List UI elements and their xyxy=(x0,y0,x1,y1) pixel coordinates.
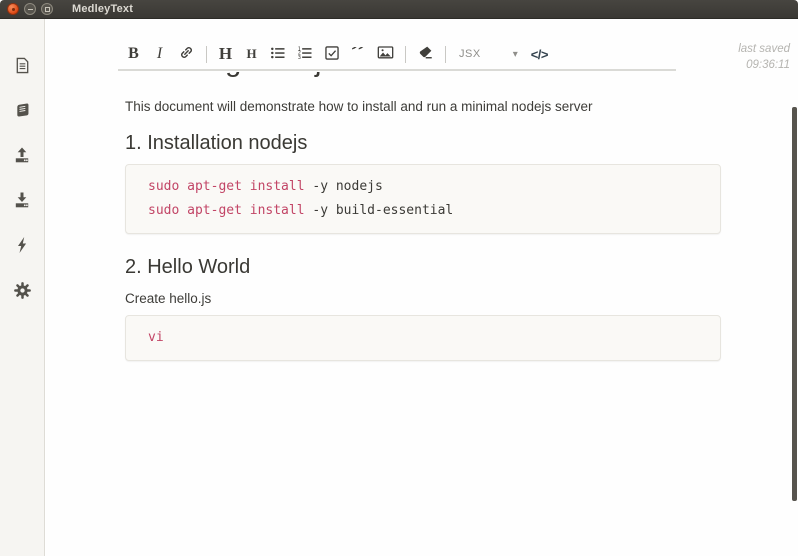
code-line: vi xyxy=(148,326,698,350)
list-ol-icon: 1 2 3 xyxy=(297,45,313,64)
ordered-list-button[interactable]: 1 2 3 xyxy=(297,44,313,64)
code-block[interactable]: vi xyxy=(125,315,721,361)
link-icon xyxy=(178,44,195,64)
minimize-icon xyxy=(27,8,33,10)
document-icon xyxy=(14,57,31,74)
heading-small-button[interactable]: H xyxy=(244,44,259,64)
image-button[interactable] xyxy=(377,44,394,64)
document-title-clipped: Installing nodejs xyxy=(125,72,721,81)
intro-paragraph: This document will demonstrate how to in… xyxy=(125,99,593,114)
close-button[interactable] xyxy=(7,3,19,15)
window-title: MedleyText xyxy=(72,3,134,15)
sidebar-item-shortcuts[interactable] xyxy=(12,235,32,255)
sidebar-item-upload[interactable] xyxy=(12,145,32,165)
editor-area: B I H H 1 2 3 JSX ▾ </> last saved 09:36… xyxy=(46,19,798,556)
chevron-down-icon: ▾ xyxy=(512,48,518,60)
code-keyword: sudo apt-get install xyxy=(148,179,305,194)
sidebar-item-notebooks[interactable] xyxy=(12,100,32,120)
code-block[interactable]: sudo apt-get install -y nodejs sudo apt-g… xyxy=(125,164,721,234)
language-value: JSX xyxy=(459,48,481,60)
maximize-icon xyxy=(45,7,50,12)
document-editor[interactable]: Installing nodejs This document will dem… xyxy=(125,72,721,361)
scrollbar-thumb[interactable] xyxy=(792,107,797,501)
code-line: sudo apt-get install -y nodejs xyxy=(148,175,698,199)
maximize-button[interactable] xyxy=(41,3,53,15)
code-keyword: vi xyxy=(148,330,164,345)
checklist-icon xyxy=(324,45,340,64)
sidebar-item-notes[interactable] xyxy=(12,55,32,75)
eraser-icon xyxy=(417,44,434,64)
sidebar-item-settings[interactable] xyxy=(12,280,32,300)
section-heading: 1. Installation nodejs xyxy=(125,132,308,154)
language-dropdown[interactable]: JSX ▾ xyxy=(459,48,518,60)
blockquote-button[interactable]: ” xyxy=(351,44,366,64)
heading-large-button[interactable]: H xyxy=(218,44,233,64)
code-keyword: sudo apt-get install xyxy=(148,203,305,218)
toolbar-separator xyxy=(445,45,446,63)
toolbar-separator xyxy=(206,45,207,63)
download-icon xyxy=(13,191,31,209)
image-icon xyxy=(377,44,394,64)
code-view-button[interactable]: </> xyxy=(531,47,549,62)
body-paragraph: Create hello.js xyxy=(125,291,212,306)
eraser-button[interactable] xyxy=(417,44,434,64)
last-saved-status: last saved 09:36:11 xyxy=(738,41,790,73)
code-line: sudo apt-get install -y build-essential xyxy=(148,199,698,223)
section-heading: 2. Hello World xyxy=(125,256,251,278)
titlebar: MedleyText xyxy=(0,0,798,19)
upload-icon xyxy=(13,146,31,164)
app-window: MedleyText B I H H 1 2 3 JSX ▾ </> last … xyxy=(0,0,798,556)
sidebar xyxy=(0,19,45,556)
unordered-list-button[interactable] xyxy=(270,44,286,64)
checklist-button[interactable] xyxy=(324,44,340,64)
toolbar-divider xyxy=(118,69,676,71)
bold-button[interactable]: B xyxy=(126,44,141,64)
gear-icon xyxy=(13,281,32,300)
lightning-icon xyxy=(14,236,30,254)
code-text: -y build-essential xyxy=(304,203,454,218)
formatting-toolbar: B I H H 1 2 3 JSX ▾ </> xyxy=(126,43,548,65)
document-title: Installing nodejs xyxy=(125,72,721,81)
list-ul-icon xyxy=(270,45,286,64)
link-button[interactable] xyxy=(178,44,195,64)
last-saved-time: 09:36:11 xyxy=(746,59,790,71)
quote-icon: ” xyxy=(351,47,366,61)
book-icon xyxy=(14,102,31,119)
toolbar-separator xyxy=(405,45,406,63)
italic-button[interactable]: I xyxy=(152,44,167,64)
last-saved-label: last saved xyxy=(738,43,790,55)
code-text: -y nodejs xyxy=(304,179,383,194)
svg-text:3: 3 xyxy=(298,54,301,60)
minimize-button[interactable] xyxy=(24,3,36,15)
sidebar-item-download[interactable] xyxy=(12,190,32,210)
